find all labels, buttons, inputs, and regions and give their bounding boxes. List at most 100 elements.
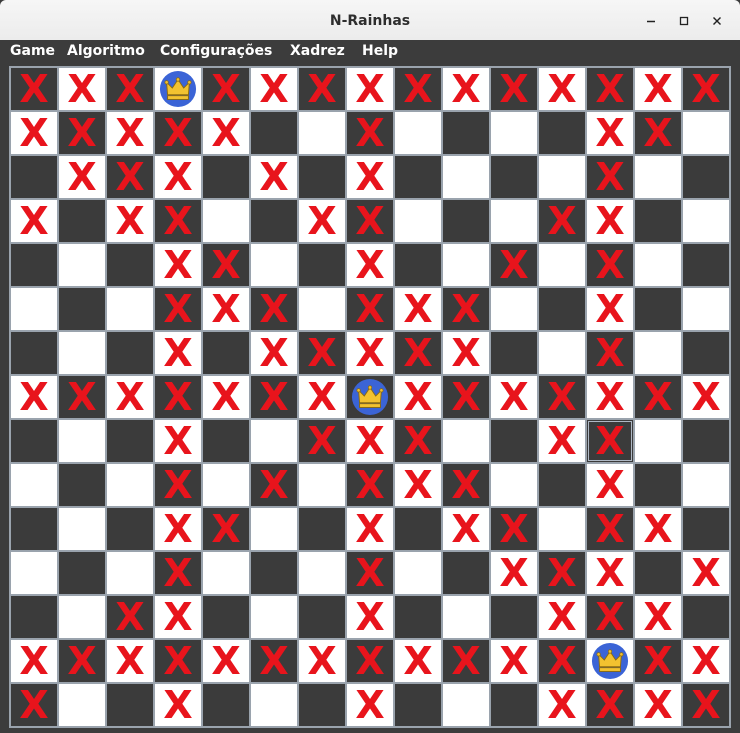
- board-cell[interactable]: X: [107, 112, 153, 154]
- board-cell[interactable]: [491, 288, 537, 330]
- board-cell[interactable]: [107, 684, 153, 726]
- board-cell[interactable]: X: [107, 200, 153, 242]
- board-cell[interactable]: [443, 200, 489, 242]
- board-cell[interactable]: X: [59, 156, 105, 198]
- board-cell[interactable]: X: [347, 464, 393, 506]
- board-cell[interactable]: [443, 684, 489, 726]
- board-cell[interactable]: [299, 508, 345, 550]
- menu-game[interactable]: Game: [10, 40, 55, 62]
- board-cell[interactable]: [683, 420, 729, 462]
- board-cell[interactable]: X: [395, 68, 441, 110]
- board-cell[interactable]: X: [203, 112, 249, 154]
- menu-help[interactable]: Help: [362, 40, 398, 62]
- board-cell[interactable]: [11, 464, 57, 506]
- board-cell[interactable]: X: [347, 332, 393, 374]
- board-cell[interactable]: [59, 420, 105, 462]
- board-cell[interactable]: X: [203, 640, 249, 682]
- board-cell[interactable]: X: [155, 464, 201, 506]
- board-cell[interactable]: X: [59, 376, 105, 418]
- board-cell[interactable]: X: [635, 508, 681, 550]
- board-cell[interactable]: [299, 244, 345, 286]
- board-cell[interactable]: X: [395, 288, 441, 330]
- board-cell[interactable]: X: [587, 376, 633, 418]
- board-cell[interactable]: [443, 596, 489, 638]
- board-cell[interactable]: X: [491, 244, 537, 286]
- board-cell[interactable]: X: [251, 332, 297, 374]
- board-cell[interactable]: X: [155, 156, 201, 198]
- board-cell[interactable]: X: [683, 552, 729, 594]
- board-cell[interactable]: [251, 200, 297, 242]
- board-cell[interactable]: [683, 508, 729, 550]
- board-cell[interactable]: X: [203, 244, 249, 286]
- board-cell[interactable]: X: [347, 112, 393, 154]
- board-cell[interactable]: X: [539, 596, 585, 638]
- menu-algoritmo[interactable]: Algoritmo: [67, 40, 145, 62]
- board-cell[interactable]: [203, 596, 249, 638]
- board-cell[interactable]: [635, 332, 681, 374]
- board-cell[interactable]: X: [539, 376, 585, 418]
- board-cell[interactable]: X: [587, 68, 633, 110]
- title-bar[interactable]: N-Rainhas: [0, 0, 740, 41]
- board-cell[interactable]: [107, 552, 153, 594]
- board-cell[interactable]: X: [299, 376, 345, 418]
- board-cell[interactable]: [443, 156, 489, 198]
- board-cell[interactable]: X: [347, 684, 393, 726]
- board-cell[interactable]: [683, 464, 729, 506]
- board-cell[interactable]: [59, 552, 105, 594]
- board-cell[interactable]: [299, 156, 345, 198]
- board-cell[interactable]: [155, 68, 201, 110]
- board-cell[interactable]: X: [587, 200, 633, 242]
- board-cell[interactable]: [203, 464, 249, 506]
- board-cell[interactable]: X: [443, 464, 489, 506]
- board-cell[interactable]: X: [443, 288, 489, 330]
- board-cell[interactable]: X: [395, 420, 441, 462]
- board-cell[interactable]: X: [635, 640, 681, 682]
- board-cell[interactable]: [491, 596, 537, 638]
- board-cell[interactable]: X: [587, 288, 633, 330]
- board-cell[interactable]: X: [635, 376, 681, 418]
- board-cell[interactable]: X: [155, 420, 201, 462]
- board-cell[interactable]: [59, 596, 105, 638]
- board-cell[interactable]: X: [107, 156, 153, 198]
- board-cell[interactable]: X: [539, 420, 585, 462]
- board-cell[interactable]: X: [443, 68, 489, 110]
- board-cell[interactable]: X: [635, 112, 681, 154]
- board-cell[interactable]: X: [491, 508, 537, 550]
- board-cell[interactable]: X: [347, 420, 393, 462]
- board-cell[interactable]: [11, 552, 57, 594]
- board-cell[interactable]: [587, 640, 633, 682]
- board-cell[interactable]: [11, 156, 57, 198]
- board-cell[interactable]: X: [59, 68, 105, 110]
- maximize-button[interactable]: [671, 8, 697, 34]
- board-cell[interactable]: [539, 112, 585, 154]
- board-cell[interactable]: [251, 112, 297, 154]
- board-cell[interactable]: [11, 244, 57, 286]
- board-cell[interactable]: X: [443, 640, 489, 682]
- board-cell[interactable]: [539, 288, 585, 330]
- board-cell[interactable]: X: [539, 684, 585, 726]
- board-cell[interactable]: [539, 464, 585, 506]
- board-cell[interactable]: X: [347, 200, 393, 242]
- board-cell[interactable]: X: [587, 596, 633, 638]
- board-cell[interactable]: X: [11, 640, 57, 682]
- board-cell[interactable]: X: [251, 156, 297, 198]
- board-cell[interactable]: X: [11, 684, 57, 726]
- board-cell[interactable]: X: [299, 332, 345, 374]
- board-cell[interactable]: [107, 288, 153, 330]
- board-cell[interactable]: X: [587, 508, 633, 550]
- board-cell[interactable]: [683, 112, 729, 154]
- board-cell[interactable]: X: [59, 640, 105, 682]
- board-cell[interactable]: [107, 420, 153, 462]
- board-cell[interactable]: [491, 200, 537, 242]
- board-cell[interactable]: [491, 112, 537, 154]
- board-cell[interactable]: [203, 552, 249, 594]
- board-cell[interactable]: [59, 464, 105, 506]
- board-cell[interactable]: X: [155, 332, 201, 374]
- board-cell[interactable]: X: [347, 156, 393, 198]
- board-cell[interactable]: [251, 508, 297, 550]
- board-cell[interactable]: X: [395, 640, 441, 682]
- menu-xadrez[interactable]: Xadrez: [290, 40, 345, 62]
- board-cell[interactable]: [299, 112, 345, 154]
- board-cell[interactable]: X: [11, 112, 57, 154]
- board-cell[interactable]: [395, 244, 441, 286]
